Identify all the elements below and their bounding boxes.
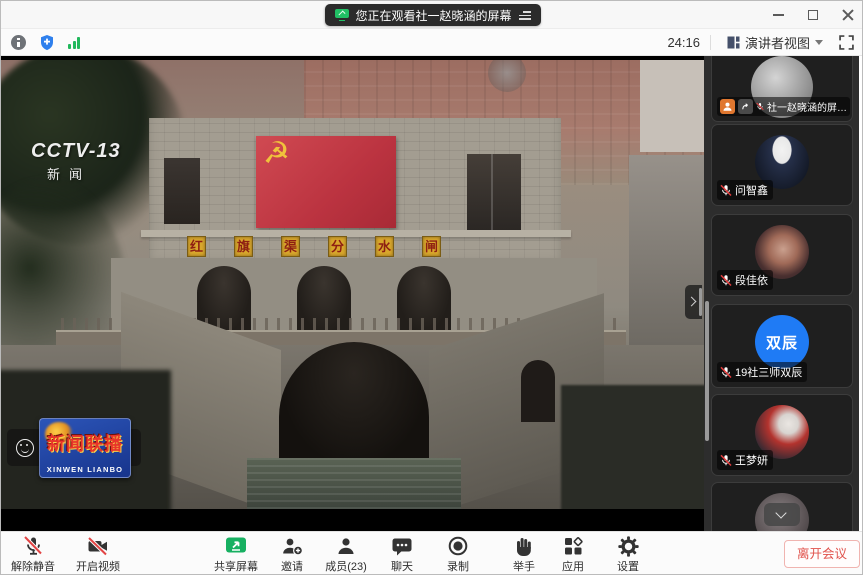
participant-name: 19社三师双辰 — [735, 364, 802, 380]
share-screen-button[interactable]: 共享屏幕 — [204, 535, 268, 574]
participant-label: 19社三师双辰 — [717, 362, 807, 382]
chevron-right-icon — [687, 297, 697, 307]
participant-label: 问智鑫 — [717, 180, 773, 200]
share-screen-icon — [204, 535, 268, 558]
collapse-list-button[interactable] — [764, 503, 800, 526]
fullscreen-icon[interactable] — [839, 35, 854, 50]
plaque-row: 红 旗 渠 分 水 闸 — [187, 236, 441, 257]
mic-muted-icon — [720, 184, 732, 197]
participant-tile[interactable]: 问智鑫 — [711, 124, 853, 206]
plaque-char: 红 — [187, 236, 206, 257]
chat-icon — [370, 535, 434, 558]
channel-name: CCTV-13 — [31, 140, 121, 163]
chat-label: 聊天 — [370, 558, 434, 574]
participant-name: 段佳依 — [735, 272, 768, 288]
divider — [710, 35, 711, 50]
shared-screen-video[interactable]: 红 旗 渠 分 水 闸 CCTV-13 新闻 — [1, 56, 704, 531]
start-video-button[interactable]: 开启视频 — [66, 535, 130, 574]
avatar-initials: 双辰 — [766, 332, 798, 353]
logo-subtitle: XINWEN LIANBO — [40, 465, 130, 474]
layout-icon — [727, 36, 740, 49]
participant-tile[interactable]: 段佳依 — [711, 214, 853, 296]
watching-screen-pill[interactable]: 您正在观看社一赵晓涵的屏幕 — [324, 4, 540, 26]
leave-meeting-button[interactable]: 离开会议 — [784, 540, 860, 568]
info-icon[interactable] — [11, 35, 26, 50]
unmute-button[interactable]: 解除静音 — [1, 535, 65, 574]
watching-screen-text: 您正在观看社一赵晓涵的屏幕 — [355, 7, 511, 24]
background-building-light — [640, 60, 704, 152]
participant-label: 社一赵晓涵的屏… — [717, 97, 850, 116]
gear-icon — [596, 535, 660, 558]
mic-muted-icon — [720, 274, 732, 287]
plaque-char: 水 — [375, 236, 394, 257]
mic-muted-icon — [756, 100, 764, 113]
canal-water — [247, 458, 461, 509]
participant-tile[interactable]: 双辰 19社三师双辰 — [711, 304, 853, 388]
plaque-char: 分 — [328, 236, 347, 257]
panel-resize-handle[interactable] — [699, 288, 702, 316]
panel-scrollbar[interactable] — [705, 301, 709, 441]
chat-button[interactable]: 聊天 — [370, 535, 434, 574]
channel-watermark: CCTV-13 新闻 — [31, 140, 121, 183]
chevron-down-icon — [815, 40, 823, 45]
participant-name: 问智鑫 — [735, 182, 768, 198]
participant-label: 段佳依 — [717, 270, 773, 290]
participants-panel: 社一赵晓涵的屏… 问智鑫 — [704, 56, 859, 531]
participant-name: 社一赵晓涵的屏… — [767, 99, 847, 114]
participant-name: 王梦妍 — [735, 452, 768, 468]
settings-label: 设置 — [596, 558, 660, 574]
menu-icon[interactable] — [519, 10, 531, 20]
gatehouse-window-right — [467, 154, 521, 230]
view-mode-button[interactable]: 演讲者视图 — [721, 31, 829, 54]
members-label: 成员(23) — [314, 558, 378, 574]
shield-icon[interactable] — [39, 34, 55, 51]
participant-tile[interactable]: 社一赵晓涵的屏… — [711, 56, 853, 122]
participant-tile[interactable]: 王梦妍 — [711, 394, 853, 476]
channel-label: 新闻 — [47, 164, 121, 183]
news-program-logo: 新闻联播 XINWEN LIANBO — [39, 418, 131, 478]
share-screen-label: 共享屏幕 — [204, 558, 268, 574]
camera-off-icon — [66, 535, 130, 558]
status-bar: 24:16 演讲者视图 — [1, 29, 863, 56]
view-mode-label: 演讲者视图 — [745, 33, 810, 52]
participant-tile-partial[interactable] — [711, 482, 853, 531]
settings-button[interactable]: 设置 — [596, 535, 660, 574]
participant-label: 王梦妍 — [717, 450, 773, 470]
record-icon — [426, 535, 490, 558]
plaque-char: 渠 — [281, 236, 300, 257]
avatar: 双辰 — [755, 315, 809, 369]
smiley-icon[interactable] — [16, 439, 34, 457]
mic-muted-icon — [720, 366, 732, 379]
network-signal-icon[interactable] — [68, 37, 80, 49]
foreground-right — [561, 385, 704, 509]
start-video-label: 开启视频 — [66, 558, 130, 574]
title-bar: 您正在观看社一赵晓涵的屏幕 — [1, 1, 863, 29]
screen-share-icon — [334, 9, 348, 21]
mic-muted-icon — [720, 454, 732, 467]
sharing-badge-icon — [738, 99, 753, 114]
status-right-controls: 24:16 演讲者视图 — [667, 29, 854, 56]
minimize-icon[interactable] — [773, 14, 784, 16]
gatehouse-window-left — [164, 158, 200, 224]
members-button[interactable]: 成员(23) — [314, 535, 378, 574]
record-label: 录制 — [426, 558, 490, 574]
status-left-icons — [11, 29, 80, 56]
window-controls — [773, 1, 854, 29]
meeting-timer: 24:16 — [667, 35, 700, 50]
members-icon — [314, 535, 378, 558]
unmute-label: 解除静音 — [1, 558, 65, 574]
close-icon[interactable] — [842, 9, 854, 21]
host-badge-icon — [720, 99, 735, 114]
chevron-down-icon — [775, 507, 786, 518]
meeting-window: 您正在观看社一赵晓涵的屏幕 24:16 — [0, 0, 863, 575]
logo-title: 新闻联播 — [43, 430, 127, 456]
mic-muted-icon — [1, 535, 65, 558]
record-button[interactable]: 录制 — [426, 535, 490, 574]
maximize-icon[interactable] — [808, 10, 818, 20]
side-doorway — [521, 360, 555, 422]
plaque-char: 闸 — [422, 236, 441, 257]
party-flag-banner — [256, 136, 396, 228]
bottom-toolbar: 解除静音 开启视频 共享屏幕 — [1, 531, 863, 575]
plaque-char: 旗 — [234, 236, 253, 257]
